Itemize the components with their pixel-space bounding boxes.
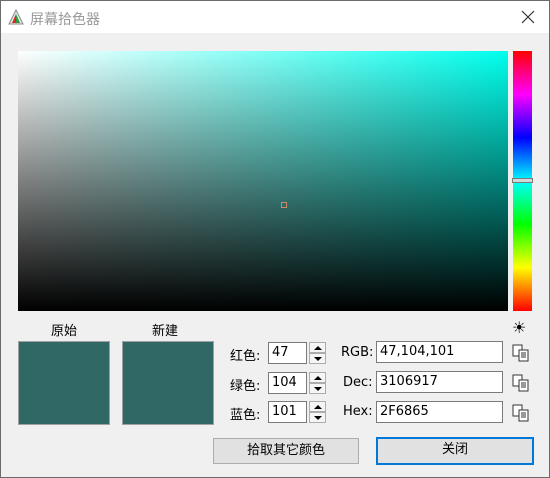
red-up-icon[interactable] (309, 342, 326, 353)
dec-field[interactable]: 3106917 (376, 371, 503, 393)
saturation-value-field[interactable] (18, 51, 508, 311)
close-icon[interactable] (519, 8, 537, 26)
blue-up-icon[interactable] (309, 401, 326, 412)
close-button[interactable]: 关闭 (376, 437, 534, 465)
new-label: 新建 (152, 324, 179, 339)
red-label: 红色: (230, 349, 261, 364)
picker-cursor[interactable] (281, 202, 287, 208)
green-input[interactable]: 104 (268, 372, 307, 394)
blue-label: 蓝色: (230, 408, 261, 423)
hue-slider-thumb[interactable] (512, 178, 533, 183)
hex-label: Hex: (343, 404, 373, 419)
red-down-icon[interactable] (309, 353, 326, 364)
green-down-icon[interactable] (309, 383, 326, 394)
window-title: 屏幕拾色器 (30, 12, 100, 28)
red-input[interactable]: 47 (268, 342, 307, 364)
red-stepper[interactable] (309, 342, 326, 364)
copy-hex-icon[interactable] (512, 404, 530, 422)
copy-dec-icon[interactable] (512, 374, 530, 392)
app-icon (8, 8, 24, 25)
color-picker-window: 屏幕拾色器 ☀ 原始 新建 红色: 47 绿色: 104 蓝色: 101 RGB… (0, 0, 550, 478)
copy-rgb-icon[interactable] (512, 344, 530, 362)
original-label: 原始 (51, 324, 78, 339)
rgb-label: RGB: (341, 345, 374, 360)
hex-field[interactable]: 2F6865 (376, 401, 503, 423)
pick-other-color-button[interactable]: 拾取其它颜色 (213, 438, 359, 464)
brightness-icon[interactable]: ☀ (512, 320, 526, 336)
blue-stepper[interactable] (309, 401, 326, 423)
new-color-swatch (122, 341, 214, 425)
blue-down-icon[interactable] (309, 412, 326, 423)
rgb-field[interactable]: 47,104,101 (376, 341, 503, 363)
original-color-swatch (18, 341, 110, 425)
green-label: 绿色: (230, 379, 261, 394)
blue-input[interactable]: 101 (268, 401, 307, 423)
dec-label: Dec: (343, 375, 373, 390)
green-up-icon[interactable] (309, 372, 326, 383)
title-bar[interactable]: 屏幕拾色器 (1, 1, 549, 33)
green-stepper[interactable] (309, 372, 326, 394)
